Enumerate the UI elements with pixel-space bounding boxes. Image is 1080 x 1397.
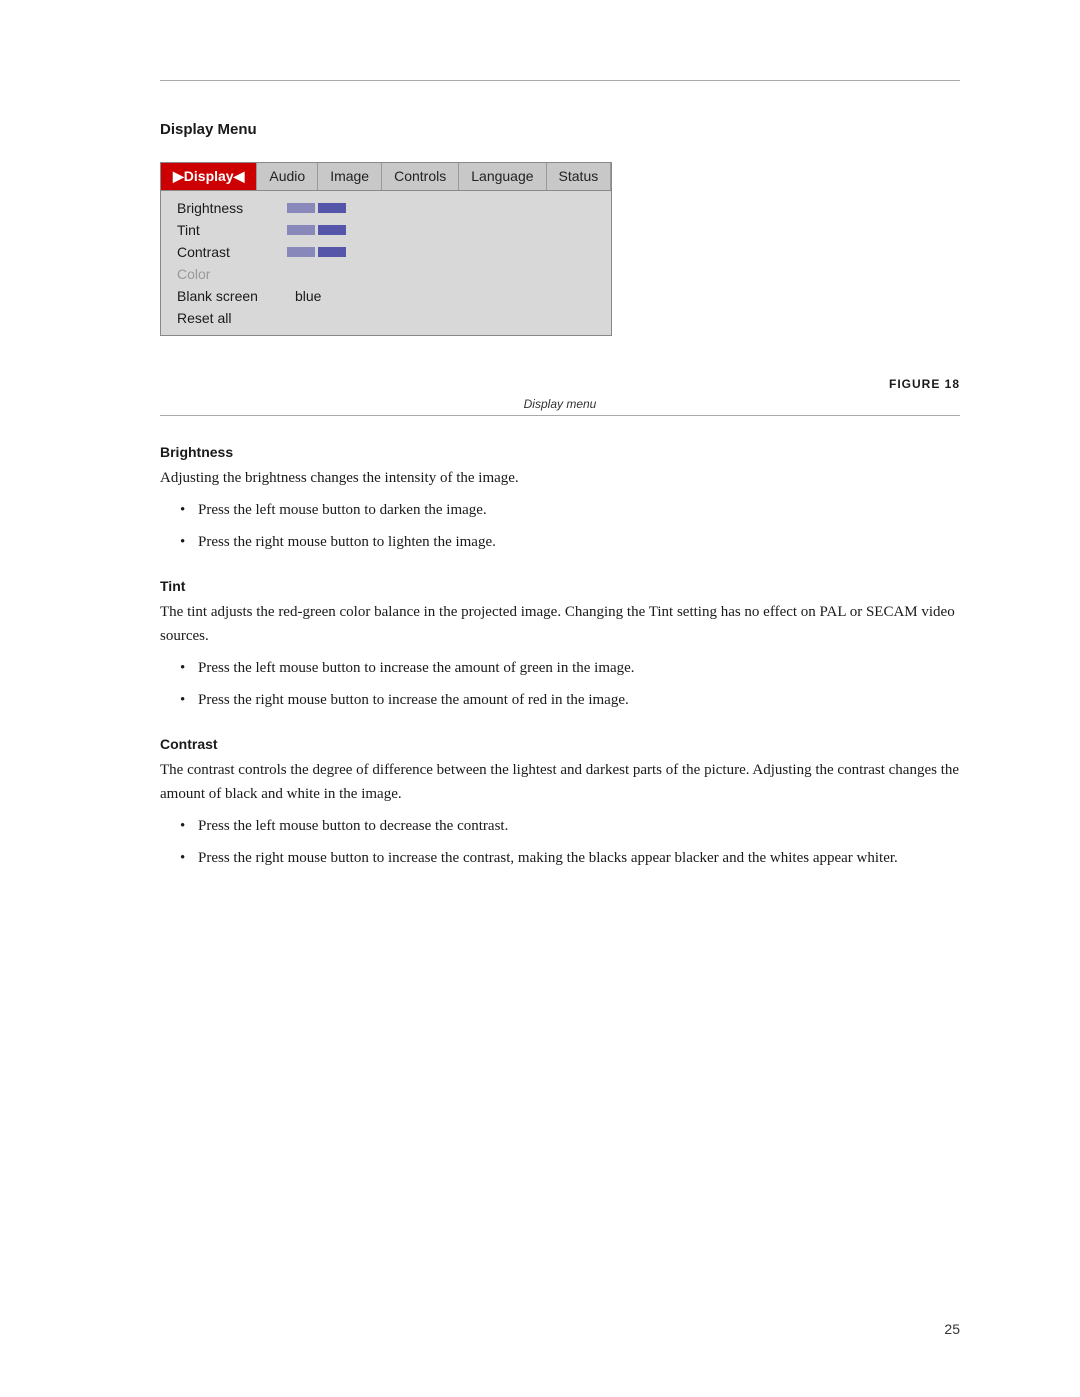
blank-screen-value: blue bbox=[295, 288, 321, 304]
subsection-title-tint: Tint bbox=[160, 578, 960, 594]
menu-label-color: Color bbox=[177, 266, 287, 282]
menu-tabs: ▶Display◀ Audio Image Controls Language … bbox=[161, 163, 611, 191]
bullet-brightness-1: Press the left mouse button to darken th… bbox=[180, 498, 960, 522]
page-container: Display Menu ▶Display◀ Audio Image Contr… bbox=[0, 0, 1080, 1397]
menu-row-reset-all: Reset all bbox=[161, 307, 611, 329]
menu-label-brightness: Brightness bbox=[177, 200, 287, 216]
menu-label-reset-all: Reset all bbox=[177, 310, 287, 326]
tint-bar bbox=[287, 225, 346, 235]
menu-row-tint: Tint bbox=[161, 219, 611, 241]
bar-right-brightness bbox=[318, 203, 346, 213]
bullet-tint-2: Press the right mouse button to increase… bbox=[180, 688, 960, 712]
menu-body: Brightness Tint Contrast bbox=[161, 191, 611, 335]
tab-audio[interactable]: Audio bbox=[257, 163, 318, 190]
bullet-list-contrast: Press the left mouse button to decrease … bbox=[180, 814, 960, 870]
subsection-body-contrast: The contrast controls the degree of diff… bbox=[160, 758, 960, 806]
menu-label-contrast: Contrast bbox=[177, 244, 287, 260]
figure-area: Figure 18 bbox=[160, 376, 960, 393]
bar-right-tint bbox=[318, 225, 346, 235]
tab-controls[interactable]: Controls bbox=[382, 163, 459, 190]
figure-label: Figure 18 bbox=[889, 377, 960, 391]
bullet-list-tint: Press the left mouse button to increase … bbox=[180, 656, 960, 712]
bar-left-tint bbox=[287, 225, 315, 235]
figure-caption: Display menu bbox=[160, 397, 960, 411]
subsection-brightness: Brightness Adjusting the brightness chan… bbox=[160, 444, 960, 554]
bullet-contrast-1: Press the left mouse button to decrease … bbox=[180, 814, 960, 838]
menu-label-tint: Tint bbox=[177, 222, 287, 238]
arrow-left-icon: ▶ bbox=[173, 168, 184, 184]
subsection-body-brightness: Adjusting the brightness changes the int… bbox=[160, 466, 960, 490]
bottom-rule bbox=[160, 415, 960, 416]
bullet-list-brightness: Press the left mouse button to darken th… bbox=[180, 498, 960, 554]
subsection-title-contrast: Contrast bbox=[160, 736, 960, 752]
bullet-contrast-2: Press the right mouse button to increase… bbox=[180, 846, 960, 870]
tab-language[interactable]: Language bbox=[459, 163, 546, 190]
menu-row-brightness: Brightness bbox=[161, 197, 611, 219]
menu-label-blank-screen: Blank screen bbox=[177, 288, 287, 304]
tab-controls-label: Controls bbox=[394, 168, 446, 184]
subsection-contrast: Contrast The contrast controls the degre… bbox=[160, 736, 960, 870]
bar-left-brightness bbox=[287, 203, 315, 213]
menu-row-color: Color bbox=[161, 263, 611, 285]
tab-status-label: Status bbox=[559, 168, 599, 184]
page-number: 25 bbox=[944, 1321, 960, 1337]
brightness-bar bbox=[287, 203, 346, 213]
subsection-title-brightness: Brightness bbox=[160, 444, 960, 460]
subsection-tint: Tint The tint adjusts the red-green colo… bbox=[160, 578, 960, 712]
contrast-bar bbox=[287, 247, 346, 257]
menu-row-blank-screen: Blank screen blue bbox=[161, 285, 611, 307]
tab-status[interactable]: Status bbox=[547, 163, 612, 190]
section-title: Display Menu bbox=[160, 121, 960, 138]
bullet-tint-1: Press the left mouse button to increase … bbox=[180, 656, 960, 680]
bullet-brightness-2: Press the right mouse button to lighten … bbox=[180, 530, 960, 554]
top-rule bbox=[160, 80, 960, 81]
tab-display[interactable]: ▶Display◀ bbox=[161, 163, 257, 190]
menu-ui: ▶Display◀ Audio Image Controls Language … bbox=[160, 162, 612, 336]
tab-display-label: Display bbox=[184, 168, 234, 184]
tab-image[interactable]: Image bbox=[318, 163, 382, 190]
bar-right-contrast bbox=[318, 247, 346, 257]
tab-language-label: Language bbox=[471, 168, 533, 184]
menu-row-contrast: Contrast bbox=[161, 241, 611, 263]
tab-audio-label: Audio bbox=[269, 168, 305, 184]
bar-left-contrast bbox=[287, 247, 315, 257]
arrow-right-icon: ◀ bbox=[234, 168, 245, 184]
tab-image-label: Image bbox=[330, 168, 369, 184]
subsection-body-tint: The tint adjusts the red-green color bal… bbox=[160, 600, 960, 648]
